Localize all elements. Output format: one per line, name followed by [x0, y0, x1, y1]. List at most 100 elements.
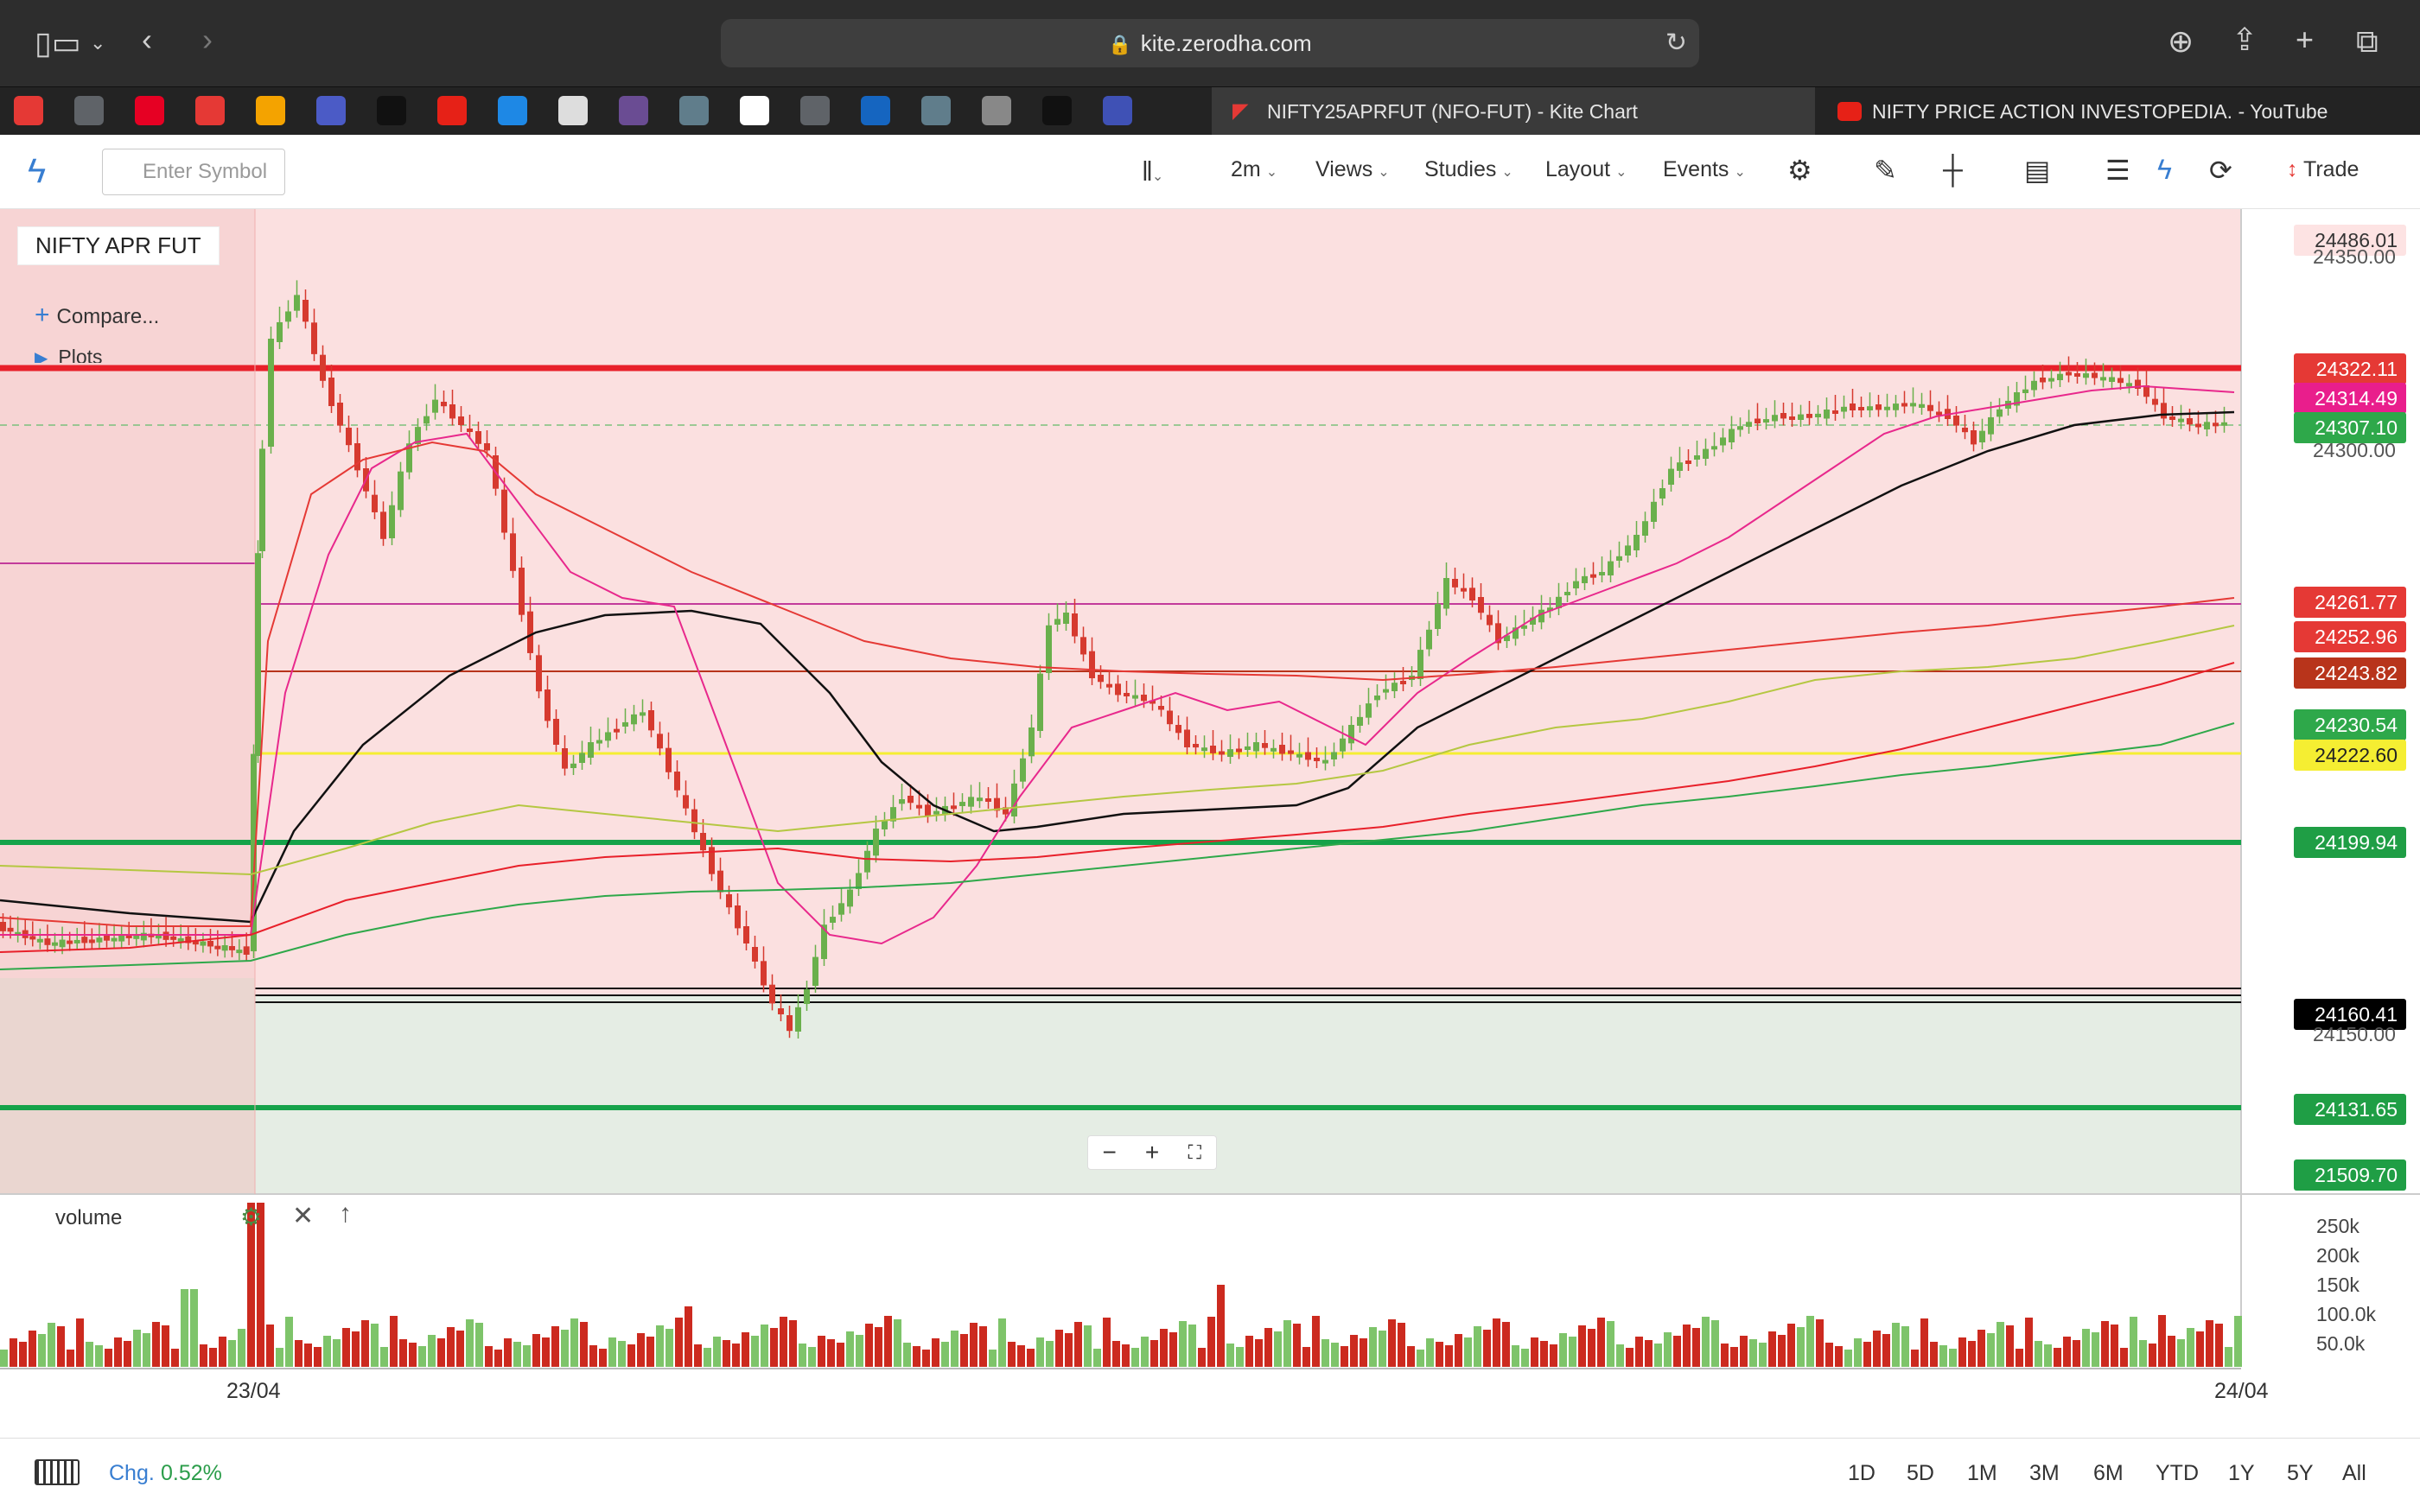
- favorite-P-icon[interactable]: [74, 96, 104, 125]
- close-icon[interactable]: ✕: [292, 1201, 314, 1231]
- candle: [207, 941, 213, 947]
- candle: [1971, 430, 1977, 445]
- lightning-icon[interactable]: ϟ: [2157, 154, 2172, 186]
- volume-bar: [1863, 1342, 1871, 1367]
- new-tab-icon[interactable]: +: [2296, 22, 2314, 57]
- interval-menu[interactable]: 2m ⌄: [1231, 157, 1277, 182]
- favorite-G-icon[interactable]: [740, 96, 769, 125]
- volume-bar: [1569, 1337, 1576, 1367]
- range-3m-button[interactable]: 3M: [2029, 1461, 2060, 1486]
- range-ytd-button[interactable]: YTD: [2156, 1461, 2199, 1486]
- range-1m-button[interactable]: 1M: [1967, 1461, 1997, 1486]
- price-chart[interactable]: [0, 209, 2420, 1436]
- candle: [458, 416, 464, 425]
- keyboard-icon[interactable]: [35, 1459, 80, 1485]
- gear-icon[interactable]: ⚙: [240, 1203, 262, 1231]
- candle: [1201, 747, 1207, 752]
- favorite-N-icon[interactable]: [800, 96, 830, 125]
- forward-icon[interactable]: ›: [202, 22, 213, 57]
- volume-bar: [2101, 1321, 2109, 1367]
- symbol-search-input[interactable]: [102, 149, 285, 195]
- candle: [778, 1008, 784, 1014]
- favorite-yt-icon[interactable]: [1103, 96, 1132, 125]
- tab-youtube[interactable]: NIFTY PRICE ACTION INVESTOPEDIA. - YouTu…: [1817, 87, 2420, 136]
- range-5y-button[interactable]: 5Y: [2287, 1461, 2314, 1486]
- candle: [1720, 437, 1726, 446]
- views-menu[interactable]: Views ⌄: [1315, 157, 1390, 182]
- download-icon[interactable]: ⊕: [2168, 24, 2194, 59]
- favorite-swirl-icon[interactable]: [498, 96, 527, 125]
- candle: [294, 295, 300, 311]
- back-icon[interactable]: ‹: [142, 22, 152, 57]
- volume-bar: [1436, 1342, 1443, 1367]
- gear-icon[interactable]: ⚙: [1787, 154, 1812, 187]
- events-menu[interactable]: Events ⌄: [1663, 157, 1746, 182]
- table-icon[interactable]: ☰: [2105, 154, 2130, 187]
- tab-overview-icon[interactable]: ⧉: [2356, 24, 2379, 59]
- zoom-in-icon[interactable]: +: [1130, 1136, 1173, 1169]
- favorite-bag-icon[interactable]: [861, 96, 890, 125]
- candle: [268, 339, 274, 447]
- favorite-gpt-icon[interactable]: [316, 96, 346, 125]
- candle: [1962, 428, 1968, 433]
- volume-bar: [1122, 1344, 1130, 1367]
- range-5d-button[interactable]: 5D: [1907, 1461, 1934, 1486]
- tab-kite-chart[interactable]: ◤ NIFTY25APRFUT (NFO-FUT) - Kite Chart: [1212, 87, 1815, 136]
- favorite-CI-icon[interactable]: [437, 96, 467, 125]
- fullscreen-icon[interactable]: ⛶: [1174, 1136, 1216, 1169]
- favorite-W-icon[interactable]: [921, 96, 951, 125]
- favorite-wave-icon[interactable]: [1042, 96, 1072, 125]
- favorite-S-icon[interactable]: [256, 96, 285, 125]
- layout-menu[interactable]: Layout ⌄: [1545, 157, 1627, 182]
- volume-bar: [200, 1344, 207, 1367]
- volume-bar: [1901, 1326, 1909, 1367]
- candle: [1245, 746, 1251, 750]
- comment-icon[interactable]: ▤: [2024, 154, 2050, 187]
- share-icon[interactable]: ⇪: [2232, 22, 2258, 57]
- candle: [1435, 603, 1441, 629]
- candle: [7, 927, 14, 932]
- volume-bar: [1417, 1350, 1424, 1367]
- arrow-up-icon[interactable]: ↑: [339, 1199, 352, 1229]
- candlestick-icon[interactable]: 𝍪⌄: [1143, 152, 1163, 199]
- range-1d-button[interactable]: 1D: [1848, 1461, 1876, 1486]
- zoom-out-icon[interactable]: −: [1088, 1136, 1130, 1169]
- volume-bar: [513, 1342, 521, 1367]
- candle: [1953, 416, 1959, 426]
- favorite-yt-icon[interactable]: [377, 96, 406, 125]
- crosshair-icon[interactable]: ┼: [1943, 154, 1963, 186]
- address-bar[interactable]: 🔒 kite.zerodha.com ↻: [721, 19, 1699, 67]
- favorite-news-icon[interactable]: [679, 96, 709, 125]
- chart-area[interactable]: NIFTY APR FUT + Compare... ▶ Plots − + ⛶ 2…: [0, 209, 2420, 1436]
- volume-bar: [608, 1337, 616, 1367]
- favorite-K-icon[interactable]: [135, 96, 164, 125]
- candle: [1175, 725, 1181, 734]
- favorite-chart-icon[interactable]: [195, 96, 225, 125]
- chevron-down-icon[interactable]: ⌄: [90, 26, 105, 60]
- tab-bar: ◤ NIFTY25APRFUT (NFO-FUT) - Kite Chart N…: [0, 86, 2420, 136]
- sidebar-toggle-icon[interactable]: ▯▭: [35, 26, 81, 60]
- plots-toggle[interactable]: ▶ Plots: [35, 346, 103, 363]
- change-value: 0.52%: [161, 1461, 222, 1485]
- candle: [1780, 413, 1786, 419]
- favorite-G-icon[interactable]: [14, 96, 43, 125]
- trade-button[interactable]: ↕ Trade: [2287, 157, 2359, 182]
- refresh-icon[interactable]: ⟳: [2209, 154, 2232, 187]
- studies-menu[interactable]: Studies ⌄: [1424, 157, 1513, 182]
- range-1y-button[interactable]: 1Y: [2228, 1461, 2255, 1486]
- favorite-gpt-icon[interactable]: [982, 96, 1011, 125]
- compare-button[interactable]: + Compare...: [35, 301, 159, 330]
- favorite-art-icon[interactable]: [558, 96, 588, 125]
- range-6m-button[interactable]: 6M: [2093, 1461, 2124, 1486]
- draw-pencil-icon[interactable]: ✎: [1874, 154, 1897, 187]
- reload-icon[interactable]: ↻: [1665, 19, 1687, 67]
- volume-bar: [2215, 1324, 2223, 1367]
- range-all-button[interactable]: All: [2342, 1461, 2366, 1486]
- favorite-bag-icon[interactable]: [619, 96, 648, 125]
- volume-bar: [2187, 1328, 2194, 1367]
- price-axis-tick: 24350.00: [2313, 245, 2396, 268]
- candle: [2031, 380, 2037, 391]
- candle: [2048, 378, 2054, 382]
- candle: [657, 734, 663, 749]
- kite-bolt-icon[interactable]: ϟ: [28, 152, 46, 191]
